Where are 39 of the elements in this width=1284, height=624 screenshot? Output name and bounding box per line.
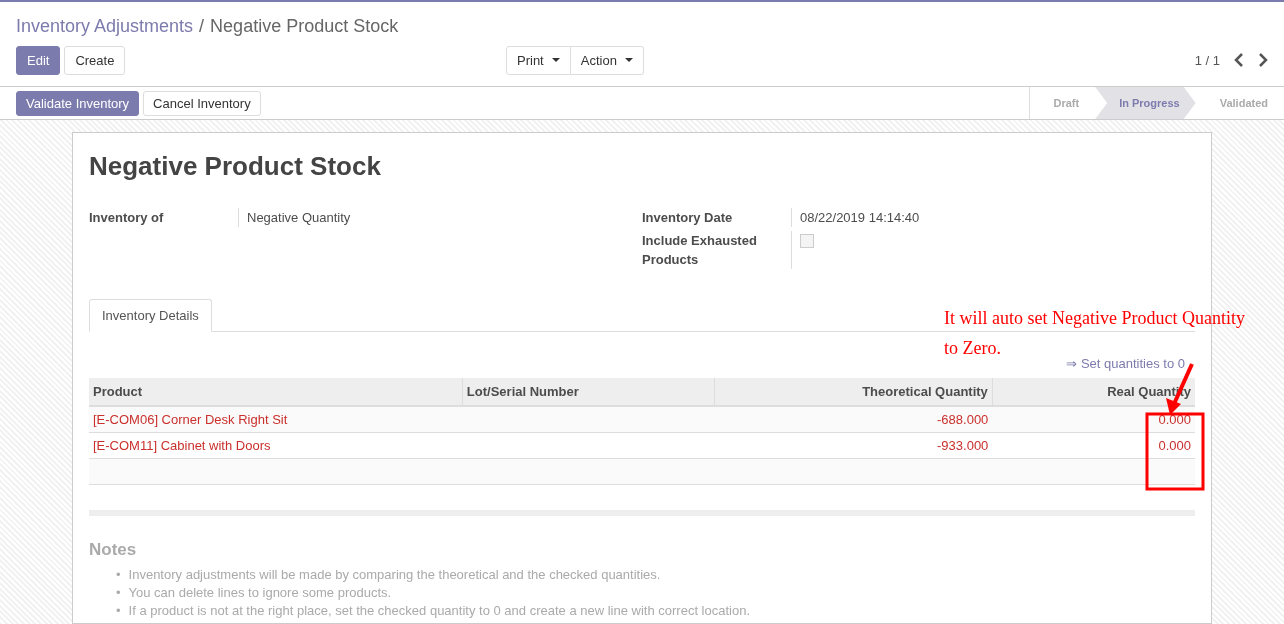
field-label: Inventory Date [642, 208, 792, 227]
pager-counter: 1 / 1 [1194, 52, 1220, 68]
breadcrumb-link[interactable]: Inventory Adjustments [16, 15, 194, 37]
column-header[interactable]: Product [89, 378, 463, 406]
field-value: 08/22/2019 14:14:40 [799, 209, 921, 227]
field-label: Include Exhausted Products [642, 231, 792, 269]
bullet-icon: • [116, 584, 121, 601]
validate-button[interactable]: Validate Inventory [16, 90, 140, 116]
dropdown-button[interactable]: Print [506, 45, 571, 75]
cancel-button[interactable]: Cancel Inventory [143, 90, 261, 116]
next-icon[interactable] [1258, 53, 1268, 67]
note-item: You can delete lines to ignore some products. [128, 584, 392, 601]
table-cell: -933.000 [714, 432, 993, 459]
bullet-icon: • [116, 602, 121, 619]
edit-button[interactable]: Edit [16, 45, 61, 75]
breadcrumb-separator: / [199, 15, 205, 37]
notes-title: Notes [89, 540, 138, 560]
record-title: Negative Product Stock [89, 151, 382, 182]
create-button[interactable]: Create [64, 45, 126, 75]
bullet-icon: • [116, 566, 121, 583]
breadcrumb-current: Negative Product Stock [210, 15, 399, 37]
table-cell: [E-COM06] Corner Desk Right Sit [89, 406, 463, 433]
note-item: Inventory adjustments will be made by comparing the theoretical and the checked quantities. [128, 566, 661, 583]
column-header[interactable]: Theoretical Quantity [714, 378, 993, 406]
field-value: Negative Quantity [246, 209, 352, 227]
tab[interactable]: Inventory Details [89, 299, 212, 332]
table-cell: -688.000 [714, 406, 993, 433]
table-cell: 0.000 [992, 432, 1195, 459]
note-item: If a product is not at the right place, set the checked quantity to 0 and create a new line with correct location. [128, 602, 751, 619]
annotation-text: It will auto set Negative Product Quantity to Zero. [944, 307, 1246, 359]
field-label: Inventory of [89, 208, 239, 227]
checkbox[interactable] [800, 234, 814, 248]
table-cell: [E-COM11] Cabinet with Doors [89, 432, 463, 459]
column-header[interactable]: Lot/Serial Number [462, 378, 715, 406]
set-quantities-link[interactable]: ⇒ Set quantities to 0 [1066, 356, 1185, 371]
previous-icon[interactable] [1234, 53, 1244, 67]
dropdown-button[interactable]: Action [570, 45, 644, 75]
caret-icon [624, 58, 633, 62]
caret-icon [551, 58, 560, 62]
